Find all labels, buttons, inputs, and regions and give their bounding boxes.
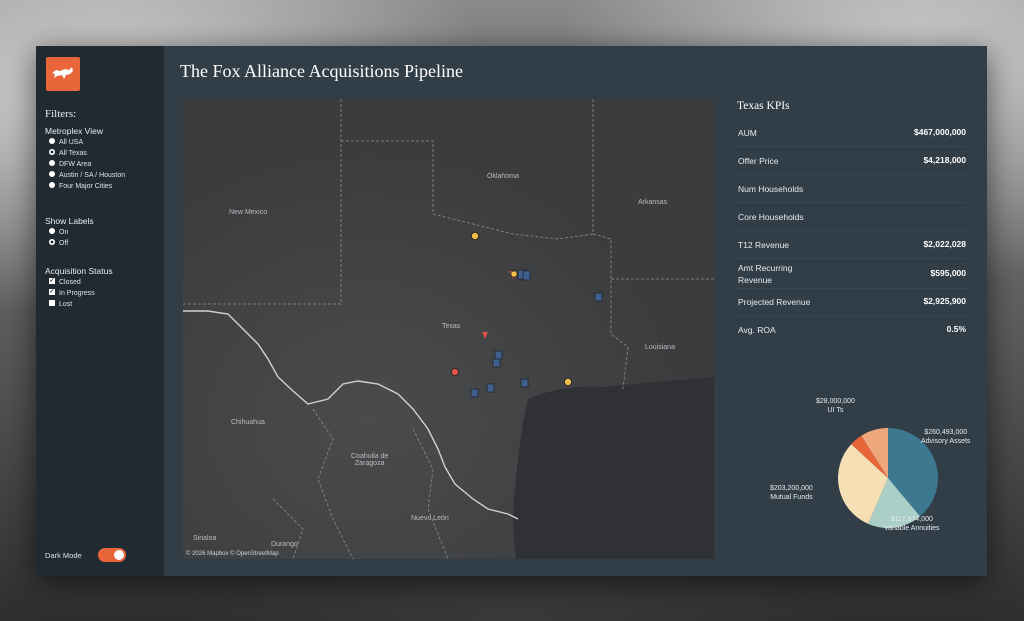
checkbox-unchecked-icon[interactable] [49,300,55,307]
filter-sidebar: Filters: Metroplex View All USA All Texa… [36,46,164,576]
fox-icon [52,67,73,79]
kpi-label-t12-revenue: T12 Revenue [738,240,790,250]
dashboard: Filters: Metroplex View All USA All Texa… [36,46,987,576]
kpi-value-t12-revenue: $2,022,028 [923,239,966,249]
label-louisiana: Louisiana [645,344,675,351]
marker-lost[interactable] [492,358,501,368]
toggle-knob[interactable] [114,550,124,560]
marker-in-progress[interactable] [450,367,459,376]
marker-lost[interactable] [594,292,603,302]
kpi-divider [736,315,966,316]
label-chihuahua: Chihuahua [231,419,265,426]
radio-labels-on[interactable]: On [49,228,68,238]
marker-closed[interactable] [510,270,518,278]
page-title: The Fox Alliance Acquisitions Pipeline [180,61,463,81]
kpi-divider [736,258,966,259]
asset-mix-pie-chart: $28,000,000 UI Ts $260,493,000 Advisory … [726,386,976,556]
radio-all-usa[interactable]: All USA [49,138,83,148]
label-arkansas: Arkansas [638,199,668,206]
radio-dfw-area[interactable]: DFW Area [49,160,91,170]
marker-lost[interactable] [470,388,479,398]
kpi-divider [736,174,966,175]
kpi-value-projected-revenue: $2,925,900 [923,296,966,306]
kpi-value-aum: $467,000,000 [914,127,966,137]
pie-label-variable-annuities-name: Variable Annuities [884,525,940,532]
radio-four-major-cities[interactable]: Four Major Cities [49,182,112,192]
kpi-label-projected-revenue: Projected Revenue [738,297,811,307]
marker-lost[interactable] [494,350,503,360]
acquisition-status-title: Acquisition Status [45,266,113,276]
kpi-label-core-households: Core Households [738,212,804,222]
radio-icon[interactable] [49,171,55,178]
pie-label-ui-ts-value: $28,000,000 [816,398,855,405]
marker-closed[interactable] [563,377,572,386]
radio-selected-icon[interactable] [49,149,55,156]
label-new-mexico: New Mexico [229,209,268,216]
checkbox-checked-icon[interactable]: ✓ [49,278,55,285]
kpi-label-offer-price: Offer Price [738,156,779,166]
marker-lost[interactable] [520,378,529,388]
radio-icon[interactable] [49,228,55,235]
kpi-label-num-households: Num Households [738,184,804,194]
radio-labels-off[interactable]: Off [49,239,68,249]
radio-all-texas[interactable]: All Texas [49,149,87,159]
metroplex-view-title: Metroplex View [45,126,103,136]
dark-mode-label: Dark Mode [45,551,82,560]
map-attribution[interactable]: © 2026 Mapbox © OpenStreetMap [186,551,279,557]
pie-label-advisory-assets-value: $260,493,000 [924,429,968,436]
kpi-label-recurring-revenue: Amt Recurring Revenue [738,263,793,285]
gulf-of-mexico [513,377,714,559]
kpi-divider [736,230,966,231]
radio-austin-sa-houston[interactable]: Austin / SA / Houston [49,171,125,181]
kpi-divider [736,288,966,289]
marker-lost[interactable] [522,270,531,281]
radio-selected-icon[interactable] [49,239,55,246]
kpi-divider [736,146,966,147]
kpi-label-avg-roa: Avg. ROA [738,325,776,335]
checkbox-checked-icon[interactable]: ✓ [49,289,55,296]
dark-mode-toggle[interactable] [98,548,126,562]
pie-label-ui-ts-name: UI Ts [827,407,844,414]
checkbox-closed[interactable]: ✓ Closed [49,278,81,288]
label-sinaloa: Sinaloa [193,535,217,542]
show-labels-title: Show Labels [45,216,94,226]
radio-icon[interactable] [49,160,55,167]
kpi-divider [736,202,966,203]
label-texas: Texas [442,323,461,330]
marker-lost[interactable] [486,383,495,393]
checkbox-lost[interactable]: Lost [49,300,72,310]
pie-label-variable-annuities-value: $117,674,000 [890,516,933,523]
checkbox-in-progress[interactable]: ✓ In Progress [49,289,95,299]
label-coahuila: Coahuila de Zaragoza [351,453,389,467]
fox-logo-icon [46,57,80,91]
kpi-label-aum: AUM [738,128,757,138]
label-oklahoma: Oklahoma [487,173,519,180]
pie-label-ui-ts: $28,000,000 UI Ts [816,397,855,415]
kpi-value-recurring-revenue: $595,000 [930,268,966,278]
marker-closed[interactable] [470,231,479,240]
pie-label-advisory-assets: $260,493,000 Advisory Assets [921,428,970,446]
pie-label-mutual-funds: $203,200,000 Mutual Funds [770,484,813,502]
radio-icon[interactable] [49,182,55,189]
radio-icon[interactable] [49,138,55,145]
pie-label-advisory-assets-name: Advisory Assets [921,438,971,445]
pie-label-variable-annuities: $117,674,000 Variable Annuities [884,515,940,533]
kpi-value-avg-roa: 0.5% [946,324,966,334]
pie-label-mutual-funds-value: $203,200,000 [770,485,813,492]
pie-label-mutual-funds-name: Mutual Funds [770,494,813,501]
label-nuevo-leon: Nuevo León [411,515,449,522]
filters-title: Filters: [45,108,77,120]
label-durango: Durango [271,541,298,548]
kpi-value-offer-price: $4,218,000 [923,155,966,165]
kpi-title: Texas KPIs [737,100,790,112]
acquisitions-map[interactable]: Oklahoma New Mexico Arkansas Texas Louis… [183,99,714,559]
